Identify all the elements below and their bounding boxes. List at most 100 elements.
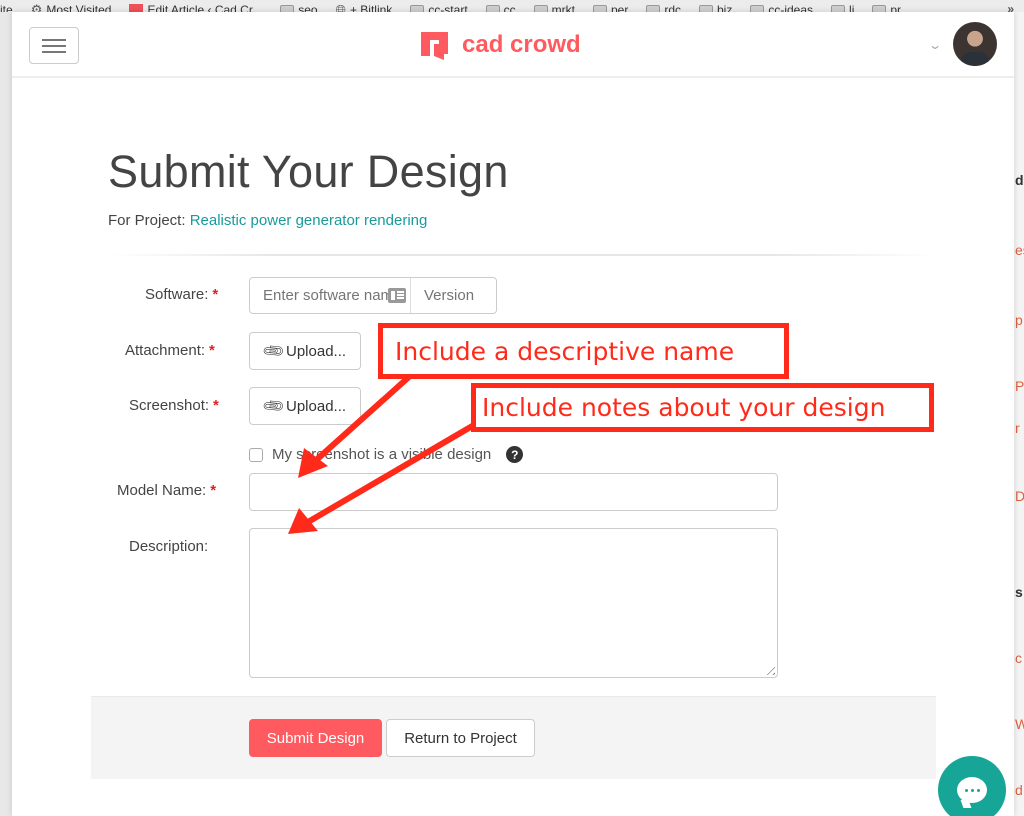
description-textarea[interactable]	[249, 528, 778, 678]
visible-design-label[interactable]: My screenshot is a visible design	[272, 446, 491, 463]
background-link: W	[1015, 716, 1024, 732]
upload-label: Upload...	[286, 397, 347, 415]
bookmark-partial[interactable]: ite	[0, 4, 13, 12]
folder-icon	[280, 4, 295, 12]
bookmark-label: mrkt	[551, 3, 575, 12]
bookmark-cc-start[interactable]: cc-start	[410, 4, 468, 12]
software-list-icon[interactable]	[388, 288, 406, 303]
background-link: r	[1015, 420, 1020, 436]
bookmark-label: li	[849, 3, 855, 12]
bookmark-label: pr	[890, 3, 902, 12]
bookmark-per[interactable]: per	[592, 3, 629, 12]
folder-icon	[592, 4, 607, 12]
bookmark-rdc[interactable]: rdc	[646, 4, 681, 12]
background-link: p	[1015, 312, 1023, 328]
bookmark-label: cc-ideas	[768, 3, 814, 12]
bookmark-bitlink[interactable]: 🌐︎ + Bitlink	[335, 2, 393, 12]
background-link: c	[1015, 650, 1022, 666]
menu-icon-bar	[42, 44, 66, 47]
header-divider	[108, 254, 938, 256]
annotation-descriptive-name: Include a descriptive name	[378, 323, 789, 379]
folder-icon	[485, 4, 500, 12]
software-field-group	[249, 277, 623, 314]
screenshot-upload-button[interactable]: 📎︎ Upload...	[249, 387, 361, 425]
bookmark-label: Edit Article ‹ Cad Cr...	[147, 3, 263, 12]
user-avatar[interactable]	[953, 22, 997, 66]
return-to-project-button[interactable]: Return to Project	[386, 719, 535, 757]
page-title: Submit Your Design	[108, 146, 509, 197]
logo-text: cad crowd	[462, 31, 581, 58]
background-link: Po	[1015, 378, 1024, 394]
folder-icon	[699, 4, 713, 12]
background-text: d	[1015, 172, 1024, 188]
bookmarks-bar: ite ⚙ Most Visited Edit Article ‹ Cad Cr.…	[0, 0, 1024, 12]
folder-icon	[831, 4, 846, 12]
background-text: s	[1015, 584, 1023, 600]
model-name-label-text: Model Name:	[117, 482, 207, 499]
model-name-label: Model Name: *	[117, 482, 216, 499]
submit-design-button[interactable]: Submit Design	[249, 719, 382, 757]
attachment-upload-button[interactable]: 📎︎ Upload...	[249, 332, 361, 370]
screenshot-label: Screenshot: *	[129, 397, 219, 414]
chat-dot	[976, 788, 980, 792]
menu-icon-bar	[42, 50, 66, 53]
required-mark: *	[212, 286, 219, 303]
bookmark-label: ite	[0, 3, 13, 12]
menu-icon-bar	[42, 38, 66, 41]
site-logo[interactable]: cad crowd	[420, 30, 581, 60]
chat-button[interactable]	[938, 756, 1006, 816]
chat-dot	[970, 788, 974, 792]
site-header: cad crowd ⌄	[12, 12, 1014, 78]
attachment-label: Attachment: *	[125, 342, 215, 359]
description-label: Description:	[129, 538, 209, 555]
software-version-input[interactable]	[410, 278, 623, 313]
globe-icon: 🌐︎	[335, 2, 346, 12]
background-link: D	[1015, 488, 1024, 504]
folder-icon	[750, 4, 765, 12]
attachment-label-text: Attachment:	[125, 342, 206, 359]
visible-design-checkbox[interactable]	[249, 447, 263, 462]
bookmark-label: Most Visited	[46, 3, 112, 12]
chat-bubble-icon	[957, 777, 987, 803]
bookmark-label: biz	[717, 3, 733, 12]
form-footer: Submit Design Return to Project	[91, 696, 936, 779]
software-label: Software: *	[145, 286, 218, 303]
background-link: es	[1015, 242, 1024, 258]
software-label-text: Software:	[145, 286, 209, 303]
bookmark-label: seo	[298, 3, 318, 12]
folder-icon	[872, 4, 887, 12]
screenshot-label-text: Screenshot:	[129, 397, 210, 414]
annotation-design-notes: Include notes about your design	[471, 383, 934, 432]
background-link: d	[1015, 782, 1023, 798]
bookmark-most-visited[interactable]: ⚙ Most Visited	[30, 2, 112, 12]
required-mark: *	[210, 482, 217, 499]
chevron-down-icon[interactable]: ⌄	[928, 38, 942, 52]
bookmark-mrkt[interactable]: mrkt	[533, 3, 575, 12]
required-mark: *	[213, 397, 219, 414]
bookmarks-overflow-button[interactable]: »	[1007, 2, 1014, 12]
folder-icon	[533, 4, 548, 12]
help-icon[interactable]: ?	[506, 446, 524, 463]
project-link[interactable]: Realistic power generator rendering	[190, 212, 428, 229]
folder-icon	[410, 4, 425, 12]
software-name-input[interactable]	[250, 278, 410, 313]
bookmark-biz[interactable]: biz	[699, 4, 732, 12]
menu-button[interactable]	[29, 27, 79, 64]
required-mark: *	[209, 342, 215, 359]
bookmark-edit-article[interactable]: Edit Article ‹ Cad Cr...	[129, 4, 262, 12]
bookmark-pr[interactable]: pr	[872, 4, 901, 12]
chat-dot	[964, 788, 968, 792]
bookmark-label: cc	[503, 3, 516, 12]
paperclip-icon: 📎︎	[261, 393, 287, 420]
gear-icon: ⚙	[30, 2, 43, 12]
paperclip-icon: 📎︎	[261, 338, 287, 365]
bookmark-li[interactable]: li	[831, 4, 854, 12]
bookmark-label: per	[610, 3, 629, 12]
bookmark-label: rdc	[664, 3, 681, 12]
model-name-input[interactable]	[249, 473, 778, 511]
project-subtitle: For Project: Realistic power generator r…	[108, 212, 427, 229]
bookmark-cc-ideas[interactable]: cc-ideas	[750, 4, 813, 12]
bookmark-seo[interactable]: seo	[280, 3, 318, 12]
bookmark-cc[interactable]: cc	[485, 3, 516, 12]
cadcrowd-logo-icon	[421, 32, 448, 60]
